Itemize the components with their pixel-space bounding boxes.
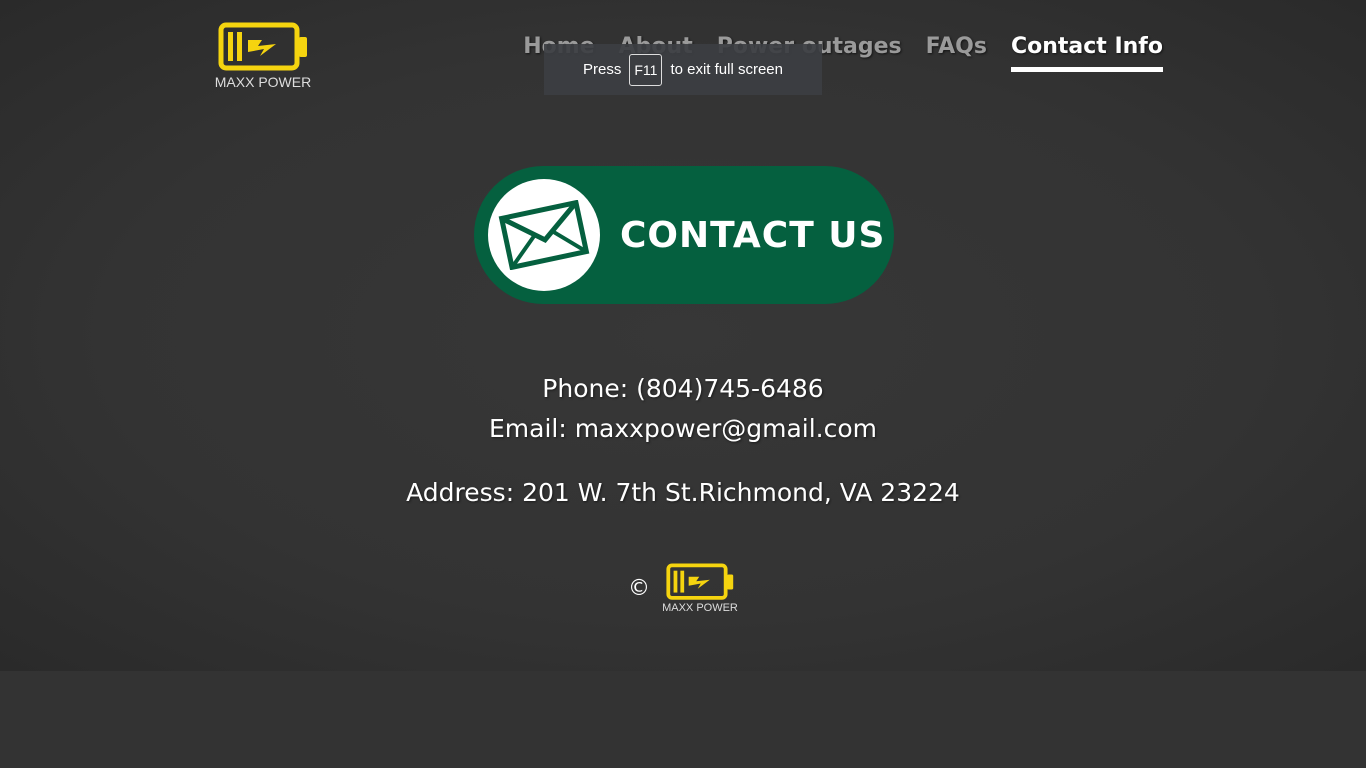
footer-battery-icon xyxy=(666,563,734,600)
nav-contact-info[interactable]: Contact Info xyxy=(1010,34,1163,72)
toast-key: F11 xyxy=(629,53,663,86)
contact-us-banner: CONTACT US xyxy=(474,166,894,304)
battery-icon xyxy=(218,22,307,71)
address-text: Address: 201 W. 7th St.Richmond, VA 2322… xyxy=(406,478,960,507)
envelope-circle xyxy=(488,179,600,291)
contact-us-label: CONTACT US xyxy=(620,214,886,256)
page-bottom-area xyxy=(0,671,1366,768)
copyright-symbol: © xyxy=(628,576,650,601)
nav-faqs[interactable]: FAQs xyxy=(926,34,987,67)
toast-prefix: Press xyxy=(583,61,622,78)
brand-name: MAXX POWER xyxy=(214,74,312,90)
toast-suffix: to exit full screen xyxy=(670,61,783,78)
envelope-icon xyxy=(498,200,590,270)
email-text: Email: maxxpower@gmail.com xyxy=(488,414,878,443)
brand-logo[interactable]: MAXX POWER xyxy=(210,22,316,92)
fullscreen-toast: Press F11 to exit full screen xyxy=(544,44,822,95)
page: MAXX POWER Home About Power outages FAQs… xyxy=(0,0,1366,671)
footer-logo: MAXX POWER xyxy=(660,562,740,618)
footer-brand-name: MAXX POWER xyxy=(662,602,738,614)
footer: © MAXX POWER xyxy=(628,562,740,618)
phone-text: Phone: (804)745-6486 xyxy=(542,374,824,403)
